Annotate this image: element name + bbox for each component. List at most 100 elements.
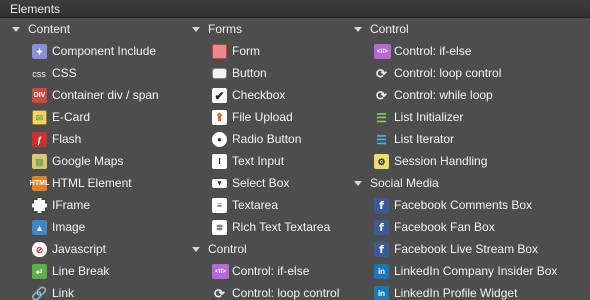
element-item[interactable]: ☰ List Iterator: [352, 128, 590, 150]
text-input-icon: I: [212, 154, 227, 169]
javascript-icon: ⊘: [32, 242, 47, 257]
element-item[interactable]: in LinkedIn Profile Widget: [352, 282, 590, 300]
disclosure-triangle-icon[interactable]: [354, 181, 362, 186]
element-item-label: HTML Element: [52, 176, 132, 190]
element-item[interactable]: ▦ Google Maps: [0, 150, 190, 172]
element-item-label: Link: [52, 286, 75, 300]
disclosure-triangle-icon[interactable]: [354, 27, 362, 32]
group-header-control[interactable]: Control: [352, 18, 590, 40]
element-item[interactable]: 🔗 Link: [0, 282, 190, 300]
checkbox-icon: ✔: [212, 88, 227, 103]
facebook-icon: f: [374, 242, 389, 257]
button-icon: [212, 68, 227, 79]
element-item-label: File Upload: [232, 110, 293, 124]
group-header-content[interactable]: Content: [0, 18, 190, 40]
element-item-label: List Iterator: [394, 132, 455, 146]
if-else-icon: <if>: [374, 44, 391, 59]
iframe-icon: [32, 198, 47, 213]
element-item[interactable]: ✦ Component Include: [0, 40, 190, 62]
flash-icon: ƒ: [32, 132, 47, 147]
element-item-label: Container div / span: [52, 88, 159, 102]
element-item[interactable]: ⟳ Control: while loop: [352, 84, 590, 106]
element-item[interactable]: HTML HTML Element: [0, 172, 190, 194]
linkedin-icon: in: [374, 264, 389, 279]
element-item[interactable]: f Facebook Fan Box: [352, 216, 590, 238]
ecard-icon: ✉: [32, 110, 47, 125]
facebook-icon: f: [374, 198, 389, 213]
rich-textarea-icon: ≣: [212, 220, 227, 235]
element-item[interactable]: ⟳ Control: loop control: [352, 62, 590, 84]
element-item[interactable]: ⚙ Session Handling: [352, 150, 590, 172]
element-item-label: LinkedIn Company Insider Box: [394, 264, 558, 278]
element-item-label: Facebook Live Stream Box: [394, 242, 539, 256]
element-item-label: List Initializer: [394, 110, 464, 124]
element-item-label: Radio Button: [232, 132, 302, 146]
element-item-label: IFrame: [52, 198, 91, 212]
select-icon: ▾: [212, 179, 227, 188]
disclosure-triangle-icon[interactable]: [192, 27, 200, 32]
textarea-icon: ≡: [212, 198, 227, 213]
element-item-label: LinkedIn Profile Widget: [394, 286, 518, 300]
group-header-label: Social Media: [370, 176, 439, 190]
element-item-label: Control: while loop: [394, 88, 493, 102]
group-header-label: Content: [28, 22, 71, 36]
element-item[interactable]: ↵ Line Break: [0, 260, 190, 282]
group-header-label: Control: [208, 242, 247, 256]
element-item[interactable]: ⊘ Javascript: [0, 238, 190, 260]
element-item[interactable]: f Facebook Live Stream Box: [352, 238, 590, 260]
panel-title: Elements: [0, 0, 590, 18]
html-icon: HTML: [30, 176, 49, 191]
disclosure-triangle-icon[interactable]: [192, 247, 200, 252]
puzzle-icon: ✦: [32, 44, 47, 59]
element-item[interactable]: ▲ Image: [0, 216, 190, 238]
session-icon: ⚙: [374, 154, 389, 169]
element-item-label: Google Maps: [52, 154, 124, 168]
element-item[interactable]: ƒ Flash: [0, 128, 190, 150]
element-item-label: Select Box: [232, 176, 290, 190]
element-item-label: Facebook Fan Box: [394, 220, 495, 234]
form-icon: [212, 44, 227, 59]
while-loop-icon: ⟳: [376, 87, 387, 103]
group-header-social-media[interactable]: Social Media: [352, 172, 590, 194]
element-item-label: Facebook Comments Box: [394, 198, 533, 212]
column-3: Control <if> Control: if-else ⟳ Control: loo…: [352, 18, 590, 300]
element-item[interactable]: f Facebook Comments Box: [352, 194, 590, 216]
element-item-label: Button: [232, 66, 267, 80]
element-item[interactable]: ☰ List Initializer: [352, 106, 590, 128]
radio-icon: ●: [212, 132, 227, 147]
element-item-label: Control: loop control: [394, 66, 502, 80]
disclosure-triangle-icon[interactable]: [12, 27, 20, 32]
css-icon: css: [32, 68, 46, 79]
element-item-label: Session Handling: [394, 154, 488, 168]
link-icon: 🔗: [31, 285, 48, 300]
group-header-label: Forms: [208, 22, 242, 36]
element-item-label: Rich Text Textarea: [232, 220, 331, 234]
element-item-label: Form: [232, 44, 260, 58]
element-item[interactable]: <if> Control: if-else: [352, 40, 590, 62]
element-item[interactable]: IFrame: [0, 194, 190, 216]
element-item[interactable]: DIV Container div / span: [0, 84, 190, 106]
group-header-label: Control: [370, 22, 409, 36]
element-item-label: Textarea: [232, 198, 279, 212]
map-icon: ▦: [32, 154, 47, 169]
element-item-label: CSS: [52, 66, 77, 80]
element-item-label: Javascript: [52, 242, 107, 256]
element-item[interactable]: css CSS: [0, 62, 190, 84]
linkedin-icon: in: [374, 286, 389, 300]
upload-icon: ⬆: [212, 110, 227, 125]
element-item[interactable]: in LinkedIn Company Insider Box: [352, 260, 590, 282]
loop-icon: ⟳: [214, 285, 225, 300]
div-icon: DIV: [32, 88, 47, 103]
element-item-label: Image: [52, 220, 86, 234]
element-item-label: Component Include: [52, 44, 157, 58]
element-item-label: E-Card: [52, 110, 91, 124]
image-icon: ▲: [32, 220, 47, 235]
list-iterator-icon: ☰: [376, 132, 387, 147]
element-item-label: Line Break: [52, 264, 110, 278]
loop-icon: ⟳: [376, 65, 387, 81]
element-item[interactable]: ✉ E-Card: [0, 106, 190, 128]
element-item-label: Control: if-else: [394, 44, 472, 58]
list-initializer-icon: ☰: [376, 110, 387, 125]
if-else-icon: <if>: [212, 264, 229, 279]
facebook-icon: f: [374, 220, 389, 235]
